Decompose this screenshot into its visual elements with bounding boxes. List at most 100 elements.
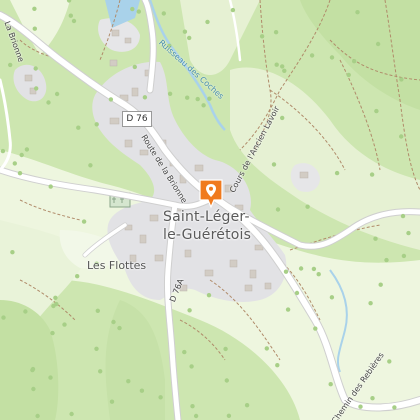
tree-icon bbox=[285, 307, 291, 312]
tree-icon bbox=[136, 9, 141, 14]
road-shield-d76: D 76 bbox=[122, 111, 152, 127]
tree-icon bbox=[355, 10, 360, 15]
tree-icon bbox=[206, 293, 212, 298]
tree-icon bbox=[275, 363, 280, 368]
tree-icon bbox=[19, 152, 24, 158]
village-label-line2: le-Guérétois bbox=[163, 227, 252, 243]
tree-icon bbox=[399, 77, 404, 82]
tree-icon bbox=[370, 396, 375, 401]
tree-icon bbox=[31, 386, 36, 392]
tree-icon bbox=[207, 96, 212, 101]
tree-icon bbox=[230, 7, 236, 13]
tree-icon bbox=[195, 96, 200, 102]
tree-icon bbox=[373, 236, 378, 241]
tree-icon bbox=[264, 346, 269, 351]
tree-icon bbox=[259, 34, 265, 39]
tree-icon bbox=[280, 64, 285, 69]
tree-icon bbox=[305, 204, 310, 209]
tree-icon bbox=[387, 359, 392, 364]
tree-icon bbox=[53, 295, 58, 300]
tree-icon bbox=[130, 6, 135, 12]
tree-icon bbox=[190, 404, 195, 409]
tree-icon bbox=[0, 148, 6, 154]
tree-icon bbox=[329, 55, 335, 60]
map-view[interactable]: Saint-Léger- le-Guérétois Les Flottes D … bbox=[0, 0, 420, 420]
tree-icon bbox=[368, 301, 373, 306]
tree-icon bbox=[50, 330, 55, 336]
tree-icon bbox=[224, 378, 229, 383]
tree-icon bbox=[193, 413, 199, 419]
tree-icon bbox=[34, 86, 39, 91]
tree-icon bbox=[334, 170, 340, 176]
tree-icon bbox=[111, 319, 116, 325]
tree-icon bbox=[375, 41, 381, 47]
tree-icon bbox=[328, 382, 333, 387]
tree-icon bbox=[244, 403, 250, 408]
tree-icon bbox=[81, 219, 87, 224]
tree-icon bbox=[23, 309, 28, 314]
tree-icon bbox=[378, 282, 383, 287]
tree-icon bbox=[369, 172, 375, 177]
tree-icon bbox=[185, 95, 190, 100]
tree-icon bbox=[75, 274, 80, 279]
village-label-line1: Saint-Léger- bbox=[163, 209, 250, 225]
tree-icon bbox=[352, 59, 357, 64]
tree-icon bbox=[316, 272, 321, 277]
tree-icon bbox=[46, 100, 51, 105]
tree-icon bbox=[275, 207, 281, 212]
tree-icon bbox=[205, 19, 210, 25]
tree-icon bbox=[187, 35, 192, 41]
tree-icon bbox=[35, 413, 40, 419]
tree-icon bbox=[187, 308, 192, 313]
tree-icon bbox=[98, 369, 103, 374]
tree-icon bbox=[76, 125, 81, 130]
tree-icon bbox=[68, 13, 74, 18]
tree-icon bbox=[69, 411, 74, 417]
tree-icon bbox=[132, 64, 137, 70]
tree-icon bbox=[167, 91, 173, 97]
tree-icon bbox=[280, 115, 285, 121]
tree-icon bbox=[95, 308, 101, 313]
tree-icon bbox=[33, 66, 38, 71]
tree-icon bbox=[117, 325, 122, 331]
tree-icon bbox=[298, 266, 304, 271]
tree-icon bbox=[283, 269, 289, 274]
tree-icon bbox=[126, 379, 131, 384]
tree-icon bbox=[282, 68, 287, 74]
tree-icon bbox=[384, 257, 389, 263]
tree-icon bbox=[346, 72, 351, 78]
tree-icon bbox=[392, 405, 397, 410]
map-pin-icon[interactable] bbox=[199, 179, 223, 209]
tree-icon bbox=[158, 395, 163, 400]
tree-icon bbox=[94, 346, 99, 351]
tree-icon bbox=[109, 399, 115, 404]
tree-icon bbox=[311, 266, 317, 272]
tree-icon bbox=[94, 122, 99, 127]
tree-icon bbox=[358, 404, 363, 409]
tree-icon bbox=[271, 162, 277, 167]
tree-icon bbox=[10, 250, 15, 255]
tree-icon bbox=[48, 184, 53, 189]
tree-icon bbox=[12, 161, 17, 166]
tree-icon bbox=[142, 95, 148, 100]
tree-icon bbox=[17, 171, 23, 176]
tree-icon bbox=[182, 349, 187, 355]
tree-icon bbox=[400, 213, 406, 219]
tree-icon bbox=[273, 30, 279, 35]
tree-icon bbox=[374, 108, 379, 114]
tree-icon bbox=[401, 253, 407, 259]
tree-icon bbox=[161, 11, 166, 16]
tree-icon bbox=[54, 91, 60, 97]
tree-icon bbox=[1, 315, 6, 320]
tree-icon bbox=[48, 375, 53, 380]
tree-icon bbox=[329, 295, 335, 300]
tree-icon bbox=[71, 18, 77, 24]
tree-icon bbox=[226, 413, 232, 418]
tree-icon bbox=[189, 364, 194, 369]
tree-icon bbox=[24, 147, 30, 152]
tree-icon bbox=[32, 6, 37, 11]
tree-icon bbox=[30, 367, 35, 373]
tree-icon bbox=[108, 97, 114, 102]
tree-icon bbox=[88, 163, 93, 168]
tree-icon bbox=[62, 322, 67, 327]
